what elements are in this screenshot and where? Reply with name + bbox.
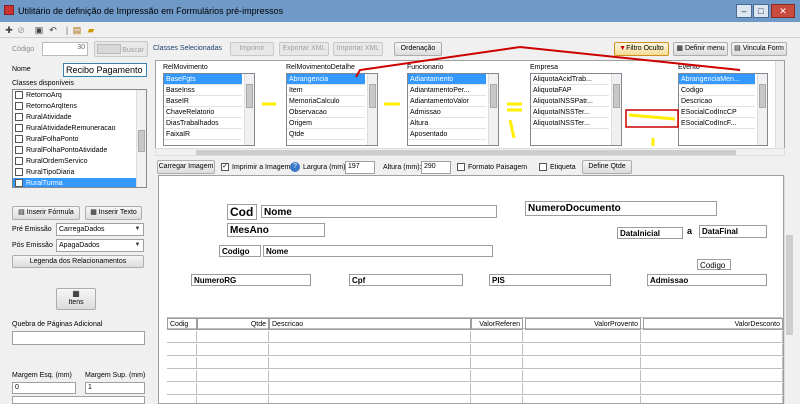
checkbox-icon [539, 163, 547, 171]
help-icon[interactable]: ? [290, 162, 300, 172]
grid-cell[interactable] [197, 396, 269, 403]
field-nome[interactable]: Nome [261, 205, 497, 218]
grid-header-row: Codig Qtde Descricao ValorReferen ValorProve… [167, 317, 783, 330]
grid-cell[interactable] [197, 344, 269, 356]
etiqueta-label: Etiqueta [550, 163, 576, 171]
field-cod[interactable]: Cod [227, 204, 257, 220]
grid-cell[interactable] [643, 331, 783, 343]
grid-cell[interactable] [471, 344, 523, 356]
field-data-final[interactable]: DataFinal [699, 225, 767, 238]
field-mes-ano[interactable]: MesAno [227, 223, 325, 237]
grid-cell[interactable] [525, 370, 641, 382]
grid-cell[interactable] [167, 357, 197, 369]
grid-cell[interactable] [269, 396, 471, 403]
altura-input[interactable]: 290 [421, 161, 451, 174]
grid-cell[interactable] [269, 344, 471, 356]
field-pis[interactable]: PIS [489, 274, 611, 286]
grid-cell[interactable] [525, 383, 641, 395]
grid-cell[interactable] [643, 357, 783, 369]
field-cpf[interactable]: Cpf [349, 274, 463, 286]
grid-cell[interactable] [167, 396, 197, 403]
yellow-relation-line [508, 119, 516, 139]
grid-cell[interactable] [643, 396, 783, 403]
grid-cell[interactable] [525, 331, 641, 343]
field-codigo[interactable]: Codigo [219, 245, 261, 257]
grid-row[interactable] [167, 383, 783, 395]
report-scrollbar[interactable] [784, 175, 794, 404]
report-canvas[interactable]: Cod Nome NumeroDocumento MesAno DataInic… [158, 175, 784, 404]
grid-cell[interactable] [471, 370, 523, 382]
grid-cell[interactable] [525, 344, 641, 356]
field-numero-rg[interactable]: NumeroRG [191, 274, 311, 286]
grid-cell[interactable] [269, 370, 471, 382]
field-a[interactable]: a [687, 226, 692, 236]
yellow-relation-line [628, 113, 676, 121]
grid-cell[interactable] [167, 331, 197, 343]
grid-cell[interactable] [643, 383, 783, 395]
grid-cell[interactable] [525, 396, 641, 403]
grid-cell[interactable] [197, 357, 269, 369]
grid-row[interactable] [167, 396, 783, 403]
field-codigo-2[interactable]: Codigo [697, 259, 731, 270]
largura-input[interactable]: 197 [345, 161, 375, 174]
grid-cell[interactable] [197, 370, 269, 382]
grid-cell[interactable] [167, 344, 197, 356]
largura-label: Largura (mm): [303, 164, 348, 171]
grid-cell[interactable] [471, 357, 523, 369]
grid-cell[interactable] [525, 357, 641, 369]
define-qtde-button[interactable]: Define Qtde [582, 160, 632, 174]
grid-cell[interactable] [643, 370, 783, 382]
grid-row[interactable] [167, 370, 783, 382]
grid-row[interactable] [167, 357, 783, 369]
grid-cell[interactable] [167, 383, 197, 395]
grid-cell[interactable] [269, 357, 471, 369]
checkbox-checked-icon: ✓ [221, 163, 229, 171]
grid-header-cell[interactable]: ValorProvento [525, 318, 641, 330]
grid-cell[interactable] [269, 383, 471, 395]
grid-header-cell[interactable]: Qtde [197, 318, 269, 330]
field-data-inicial[interactable]: DataInicial [617, 227, 683, 239]
grid-cell[interactable] [471, 331, 523, 343]
imprimir-imagem-label: Imprimir a Imagem [232, 163, 291, 171]
etiqueta-checkbox[interactable]: Etiqueta [539, 163, 576, 171]
formato-paisagem-checkbox[interactable]: Formato Paisagem [457, 163, 527, 171]
grid-cell[interactable] [471, 383, 523, 395]
grid-header-cell[interactable]: Codig [167, 318, 197, 330]
grid-header-cell[interactable]: ValorReferen [471, 318, 523, 330]
grid-cell[interactable] [197, 383, 269, 395]
field-nome-2[interactable]: Nome [263, 245, 493, 257]
field-admissao[interactable]: Admissao [647, 274, 767, 286]
grid-cell[interactable] [643, 344, 783, 356]
imprimir-imagem-checkbox[interactable]: ✓ Imprimir a Imagem [221, 163, 290, 171]
grid-row[interactable] [167, 331, 783, 343]
grid-cell[interactable] [269, 331, 471, 343]
altura-label: Altura (mm): [383, 164, 422, 171]
grid-header-cell[interactable]: Descricao [269, 318, 471, 330]
red-relation-line [355, 45, 741, 78]
field-numero-documento[interactable]: NumeroDocumento [525, 201, 717, 216]
carregar-imagem-button[interactable]: Carregar Imagem [157, 160, 215, 174]
grid-cell[interactable] [167, 370, 197, 382]
grid-header-cell[interactable]: ValorDesconto [643, 318, 783, 330]
checkbox-icon [457, 163, 465, 171]
grid-cell[interactable] [471, 396, 523, 403]
grid-row[interactable] [167, 344, 783, 356]
grid-cell[interactable] [197, 331, 269, 343]
formato-paisagem-label: Formato Paisagem [468, 163, 528, 171]
